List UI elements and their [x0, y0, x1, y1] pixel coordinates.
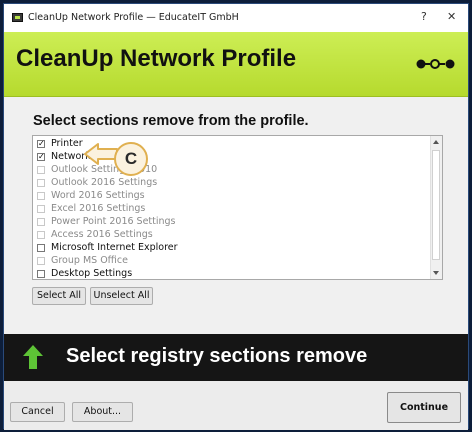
scroll-up-icon[interactable] — [433, 140, 439, 144]
select-all-button[interactable]: Select All — [32, 287, 86, 305]
unselect-all-button[interactable]: Unselect All — [90, 287, 153, 305]
checkbox[interactable]: ✓ — [37, 140, 45, 148]
checkbox[interactable]: ✓ — [37, 153, 45, 161]
list-item-label: Word 2016 Settings — [51, 190, 145, 201]
checkbox[interactable] — [37, 244, 45, 252]
app-icon — [12, 13, 23, 22]
list-scrollbar[interactable] — [430, 136, 442, 279]
callout-badge: C — [114, 142, 148, 176]
list-item-label: Excel 2016 Settings — [51, 203, 146, 214]
list-item-label: Outlook 2016 Settings — [51, 177, 158, 188]
window-title: CleanUp Network Profile — EducateIT GmbH — [28, 12, 239, 23]
checkbox — [37, 218, 45, 226]
header-banner: CleanUp Network Profile — [4, 32, 468, 97]
list-item-label: Group MS Office — [51, 255, 128, 266]
title-bar: CleanUp Network Profile — EducateIT GmbH… — [4, 4, 468, 32]
app-window: CleanUp Network Profile — EducateIT GmbH… — [3, 3, 469, 430]
checkbox[interactable] — [37, 270, 45, 278]
key-icon — [416, 59, 455, 69]
checkbox — [37, 257, 45, 265]
cancel-button[interactable]: Cancel — [10, 402, 65, 422]
footer: Cancel About... Continue — [4, 381, 468, 430]
continue-button[interactable]: Continue — [387, 392, 461, 423]
checkbox — [37, 179, 45, 187]
banner-text: Select registry sections remove — [66, 345, 368, 367]
content-area: Select sections remove from the profile.… — [4, 97, 468, 327]
list-item-label: Access 2016 Settings — [51, 229, 153, 240]
help-button[interactable]: ? — [421, 10, 427, 23]
instruction-text: Select sections remove from the profile. — [33, 113, 309, 129]
list-item-label: Printer — [51, 138, 83, 149]
scroll-down-icon[interactable] — [433, 271, 439, 275]
list-item-label: Microsoft Internet Explorer — [51, 242, 178, 253]
page-title: CleanUp Network Profile — [16, 45, 297, 72]
list-item-label: Desktop Settings — [51, 268, 133, 279]
checkbox — [37, 192, 45, 200]
green-up-arrow-icon — [23, 345, 43, 369]
list-item-label: Power Point 2016 Settings — [51, 216, 176, 227]
status-banner: Select registry sections remove — [4, 334, 468, 381]
checkbox — [37, 231, 45, 239]
about-button[interactable]: About... — [72, 402, 133, 422]
checkbox — [37, 166, 45, 174]
callout-arrow-icon — [84, 143, 118, 165]
close-button[interactable]: ✕ — [447, 10, 456, 23]
checkbox — [37, 205, 45, 213]
scroll-thumb[interactable] — [432, 150, 440, 260]
